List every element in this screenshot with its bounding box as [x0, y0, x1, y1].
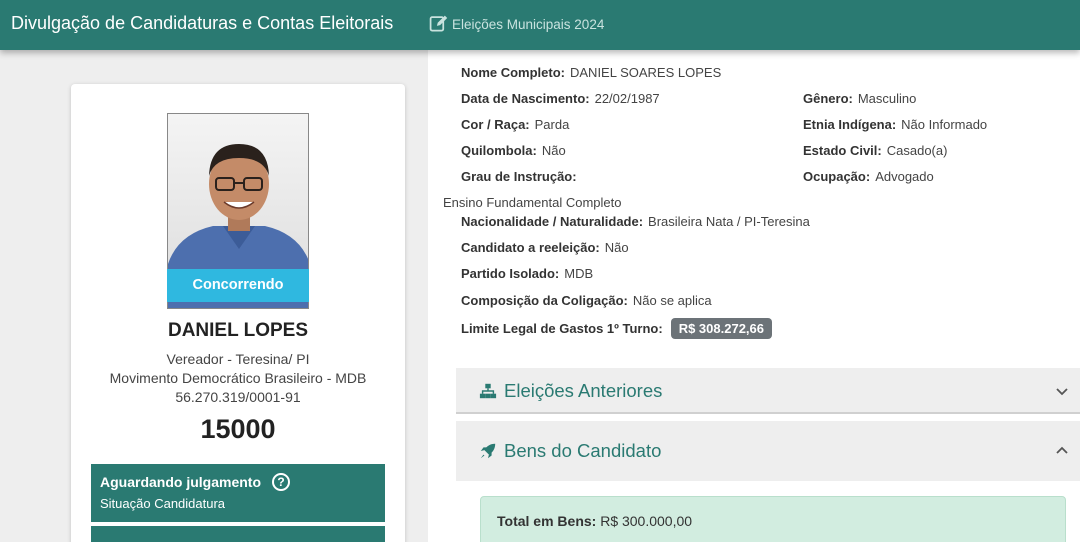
label-birth: Data de Nascimento:	[461, 91, 590, 106]
top-bar: Divulgação de Candidaturas e Contas Elei…	[0, 0, 1080, 50]
value-party: MDB	[564, 266, 594, 281]
total-assets-box: Total em Bens: R$ 300.000,00	[480, 496, 1066, 542]
field-coalition: Composição da Coligação: Não se aplica	[461, 293, 712, 308]
value-full-name: DANIEL SOARES LOPES	[570, 65, 722, 80]
sitemap-icon	[479, 383, 497, 399]
chevron-up-icon[interactable]	[1055, 443, 1069, 457]
value-reelection: Não	[604, 240, 629, 255]
candidate-party: Movimento Democrático Brasileiro - MDB	[109, 370, 367, 386]
label-reelection: Candidato a reeleição:	[461, 240, 600, 255]
value-birth: 22/02/1987	[594, 91, 660, 106]
field-race: Cor / Raça: Parda	[461, 117, 569, 132]
value-marital: Casado(a)	[886, 143, 948, 158]
label-marital: Estado Civil:	[803, 143, 882, 158]
app-title: Divulgação de Candidaturas e Contas Elei…	[11, 13, 394, 33]
candidate-cnpj: 56.270.319/0001-91	[175, 389, 301, 405]
field-party: Partido Isolado: MDB	[461, 266, 593, 281]
candidate-office: Vereador - Teresina/ PI	[166, 351, 310, 367]
value-occupation: Advogado	[875, 169, 934, 184]
edit-icon	[429, 15, 448, 32]
label-race: Cor / Raça:	[461, 117, 530, 132]
accordion-title-assets: Bens do Candidato	[504, 440, 662, 461]
accordion-previous-elections[interactable]: Eleições Anteriores	[456, 368, 1080, 414]
value-education: Ensino Fundamental Completo	[443, 195, 622, 210]
value-nationality: Brasileira Nata / PI-Teresina	[648, 214, 810, 229]
field-quilombola: Quilombola: Não	[461, 143, 566, 158]
field-reelection: Candidato a reeleição: Não	[461, 240, 629, 255]
field-full-name: Nome Completo: DANIEL SOARES LOPES	[461, 65, 721, 80]
field-gender: Gênero: Masculino	[803, 91, 916, 106]
label-party: Partido Isolado:	[461, 266, 560, 281]
label-gender: Gênero:	[803, 91, 853, 106]
value-coalition: Não se aplica	[632, 293, 712, 308]
field-birth: Data de Nascimento: 22/02/1987	[461, 91, 660, 106]
field-education: Grau de Instrução:	[461, 169, 577, 184]
value-race: Parda	[534, 117, 570, 132]
field-occupation: Ocupação: Advogado	[803, 169, 934, 184]
field-spending: Limite Legal de Gastos 1º Turno: R$ 308.2…	[461, 318, 772, 339]
total-assets: Total em Bens: R$ 300.000,00	[497, 513, 692, 529]
candidate-name: DANIEL LOPES	[167, 320, 309, 341]
total-assets-value: R$ 300.000,00	[600, 513, 693, 529]
field-nationality: Nacionalidade / Naturalidade: Brasileira …	[461, 214, 810, 229]
accordion-assets[interactable]: Bens do Candidato	[456, 421, 1080, 481]
chevron-down-icon[interactable]	[1055, 385, 1069, 399]
secondary-status-box	[91, 526, 385, 542]
help-icon[interactable]: ?	[272, 473, 290, 491]
rocket-icon	[480, 443, 496, 459]
value-gender: Masculino	[857, 91, 917, 106]
label-education: Grau de Instrução:	[461, 169, 577, 184]
field-ethnicity: Etnia Indígena: Não Informado	[803, 117, 987, 132]
label-quilombola: Quilombola:	[461, 143, 537, 158]
spending-badge: R$ 308.272,66	[670, 318, 772, 339]
judgment-status-box: Aguardando julgamento ? Situação Candida…	[91, 464, 385, 522]
candidate-card: Concorrendo DANIEL LOPES Vereador - Tere…	[71, 84, 405, 542]
field-marital: Estado Civil: Casado(a)	[803, 143, 947, 158]
status-badge: Concorrendo	[167, 269, 309, 302]
accordion-title-previous-elections: Eleições Anteriores	[504, 380, 663, 401]
total-assets-label: Total em Bens:	[497, 513, 597, 529]
value-quilombola: Não	[541, 143, 566, 158]
judgment-label: Situação Candidatura	[100, 496, 226, 511]
label-occupation: Ocupação:	[803, 169, 871, 184]
judgment-status: Aguardando julgamento	[100, 474, 261, 490]
label-spending: Limite Legal de Gastos 1º Turno:	[461, 321, 663, 336]
value-ethnicity: Não Informado	[901, 117, 988, 132]
label-full-name: Nome Completo:	[461, 65, 565, 80]
election-subtitle: Eleições Municipais 2024	[452, 17, 605, 32]
label-ethnicity: Etnia Indígena:	[803, 117, 897, 132]
label-nationality: Nacionalidade / Naturalidade:	[461, 214, 644, 229]
candidate-number: 15000	[200, 414, 276, 444]
label-coalition: Composição da Coligação:	[461, 293, 628, 308]
assets-body: Total em Bens: R$ 300.000,00	[456, 481, 1080, 542]
